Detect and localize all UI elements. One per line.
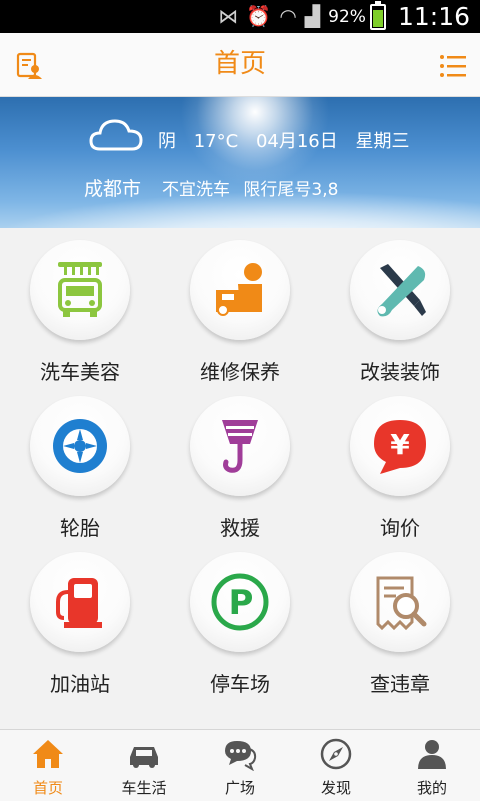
wash-advice: 不宜洗车 xyxy=(162,180,230,200)
page-title: 首页 xyxy=(213,49,266,79)
weather-tips: 不宜洗车 限行尾号3,8 xyxy=(162,175,346,200)
tab-label: 发现 xyxy=(320,779,351,797)
weather-city: 成都市 xyxy=(84,178,142,200)
grid-item-tire[interactable]: 轮胎 xyxy=(0,384,160,540)
home-icon xyxy=(33,740,63,768)
list-menu-icon xyxy=(440,55,466,77)
weather-line: 阴 17°C 04月16日 星期三 xyxy=(158,127,422,153)
car-wash-icon xyxy=(58,262,102,317)
menu-button[interactable] xyxy=(438,51,468,81)
parking-icon: P xyxy=(211,573,269,631)
tab-square[interactable]: 广场 xyxy=(192,730,288,801)
grid-item-rescue[interactable]: 救援 xyxy=(160,384,320,540)
repair-maintenance-icon xyxy=(216,263,262,316)
clock: 11:16 xyxy=(397,2,470,31)
grid-item-label: 加油站 xyxy=(50,672,110,696)
violation-search-icon xyxy=(376,576,427,631)
grid-item-violations[interactable]: 查违章 xyxy=(320,540,480,696)
grid-item-label: 轮胎 xyxy=(60,516,100,540)
status-bar: ⋈ ⏰ ◠ ▟ 92% 11:16 xyxy=(0,0,480,33)
grid-item-label: 查违章 xyxy=(370,672,430,696)
grid-item-quote[interactable]: ¥ 询价 xyxy=(320,384,480,540)
tools-icon xyxy=(377,264,426,317)
weather-weekday: 星期三 xyxy=(355,131,410,152)
traffic-restriction: 限行尾号3,8 xyxy=(243,180,339,200)
yuan-price-icon: ¥ xyxy=(374,420,426,474)
grid-item-label: 询价 xyxy=(380,516,420,540)
battery-icon xyxy=(369,0,386,30)
grid-item-label: 停车场 xyxy=(210,672,270,696)
tab-discover[interactable]: 发现 xyxy=(288,730,384,801)
battery-percent: 92% xyxy=(328,6,366,27)
grid-item-label: 改装装饰 xyxy=(360,360,440,384)
tab-label: 车生活 xyxy=(121,779,167,797)
tab-label: 我的 xyxy=(416,779,447,797)
grid-item-label: 洗车美容 xyxy=(40,360,120,384)
bluetooth-muted-icon: ⋈ xyxy=(218,4,239,28)
car-life-icon xyxy=(130,747,158,768)
tab-label: 首页 xyxy=(32,779,63,797)
grid-item-gas-station[interactable]: 加油站 xyxy=(0,540,160,696)
svg-text:¥: ¥ xyxy=(390,428,410,461)
tab-label: 广场 xyxy=(224,779,255,797)
grid-item-car-wash[interactable]: 洗车美容 xyxy=(0,228,160,384)
cloud-icon xyxy=(89,119,143,151)
tab-me[interactable]: 我的 xyxy=(384,730,480,801)
tire-icon xyxy=(53,419,107,473)
service-grid: 洗车美容 维修保养 改装装饰 轮胎 救援 ¥ 询价 加油站 P 停车场 查违章 xyxy=(0,228,480,728)
fuel-pump-icon xyxy=(56,578,102,628)
signal-icon: ▟ xyxy=(304,4,321,28)
svg-text:P: P xyxy=(229,583,254,623)
grid-item-label: 维修保养 xyxy=(200,360,280,384)
weather-temperature: 17°C xyxy=(193,131,239,152)
app-header: 首页 xyxy=(0,33,480,97)
grid-item-modification[interactable]: 改装装饰 xyxy=(320,228,480,384)
alarm-icon: ⏰ xyxy=(246,4,272,28)
grid-item-label: 救援 xyxy=(220,516,260,540)
grid-item-parking[interactable]: P 停车场 xyxy=(160,540,320,696)
compass-icon xyxy=(320,738,352,770)
chat-bubbles-icon xyxy=(225,741,257,771)
user-icon xyxy=(418,740,446,769)
wifi-icon: ◠ xyxy=(279,4,297,28)
tab-home[interactable]: 首页 xyxy=(0,730,96,801)
weather-date: 04月16日 xyxy=(255,131,338,152)
bottom-nav: 首页 车生活 广场 发现 我的 xyxy=(0,729,480,801)
tow-hook-icon xyxy=(222,420,258,473)
weather-banner[interactable]: 阴 17°C 04月16日 星期三 成都市 不宜洗车 限行尾号3,8 xyxy=(0,97,480,228)
weather-condition: 阴 xyxy=(158,131,176,152)
grid-item-repair[interactable]: 维修保养 xyxy=(160,228,320,384)
tab-car-life[interactable]: 车生活 xyxy=(96,730,192,801)
